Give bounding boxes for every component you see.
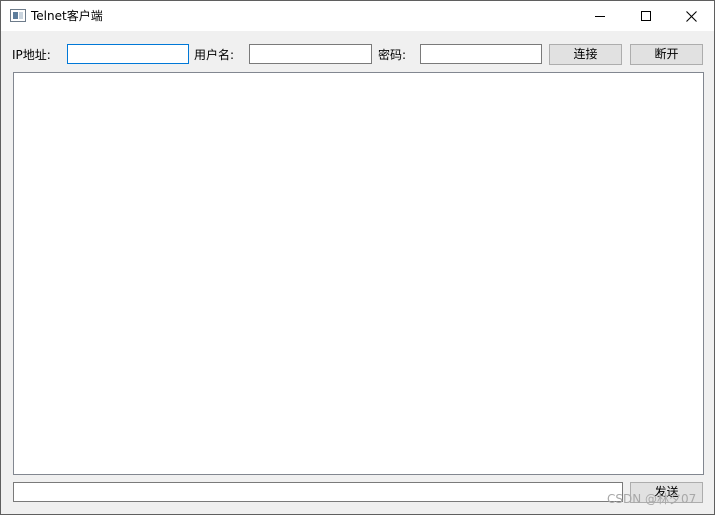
ip-label: IP地址:: [12, 48, 51, 62]
username-input[interactable]: [249, 44, 372, 64]
app-icon: [10, 9, 26, 22]
password-label: 密码:: [378, 48, 407, 62]
window-title: Telnet客户端: [31, 9, 103, 23]
maximize-button[interactable]: [623, 1, 669, 31]
title-bar: Telnet客户端: [1, 1, 714, 31]
ip-input[interactable]: [67, 44, 189, 64]
watermark: CSDN @林夕07: [607, 492, 697, 506]
disconnect-button[interactable]: 断开: [630, 44, 703, 65]
output-textarea[interactable]: [13, 72, 704, 475]
connect-button[interactable]: 连接: [549, 44, 622, 65]
minimize-icon: [595, 15, 605, 17]
maximize-icon: [641, 11, 651, 21]
close-icon: [685, 10, 697, 22]
minimize-button[interactable]: [577, 1, 623, 31]
send-input[interactable]: [13, 482, 623, 502]
username-label: 用户名:: [194, 48, 235, 62]
password-input[interactable]: [420, 44, 542, 64]
close-button[interactable]: [668, 1, 714, 31]
telnet-client-window: Telnet客户端 IP地址: 用户名: 密码: 连接 断开 发送 CSDN @…: [0, 0, 715, 515]
